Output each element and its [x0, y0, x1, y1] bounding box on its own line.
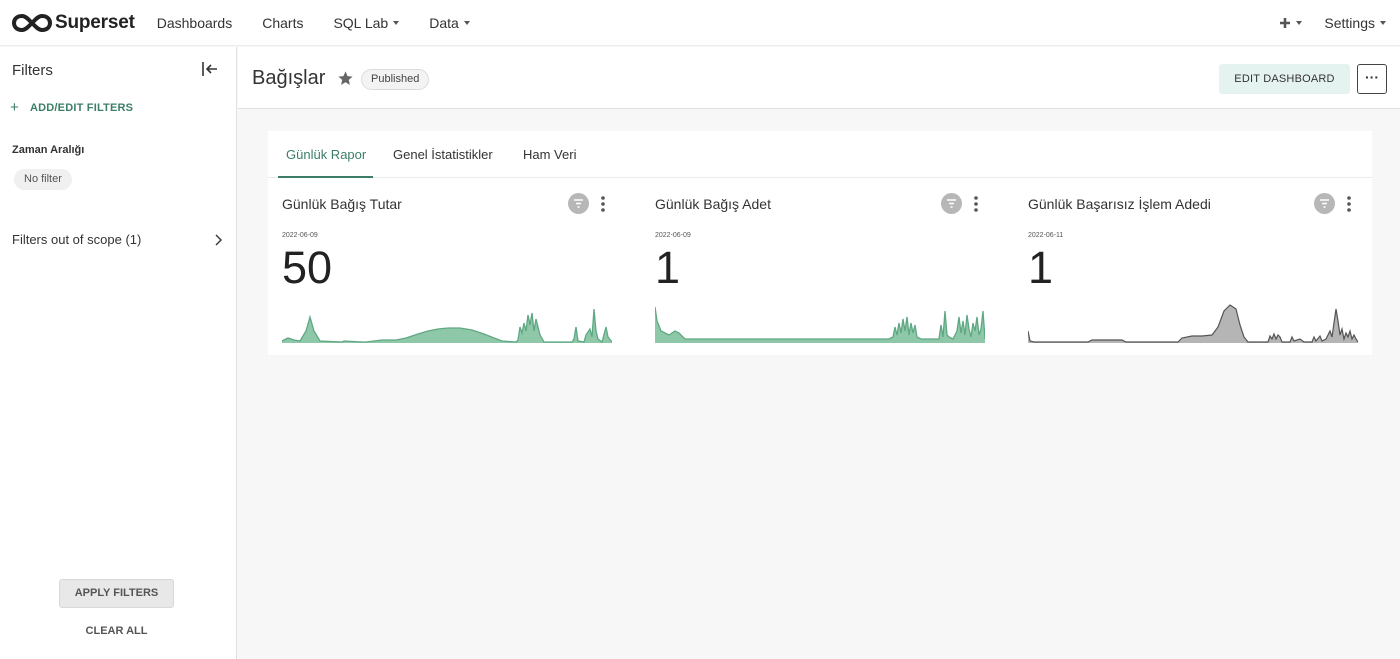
big-number-value: 1: [655, 242, 681, 293]
filter-name: Zaman Aralığı: [12, 144, 85, 156]
chart-title: Günlük Başarısız İşlem Adedi: [1028, 196, 1211, 212]
sparkline: [282, 308, 612, 343]
chart-title: Günlük Bağış Tutar: [282, 196, 402, 212]
filter-icon[interactable]: [941, 193, 962, 214]
caret-down-icon: [1380, 21, 1386, 25]
sparkline: [1028, 304, 1358, 343]
nav-sql-lab[interactable]: SQL Lab: [333, 14, 400, 31]
chart-title: Günlük Bağış Adet: [655, 196, 771, 212]
caret-down-icon: [1296, 21, 1303, 25]
chart-gunluk-bagis-tutar: Günlük Bağış Tutar 2022-06-09 50: [282, 181, 612, 351]
filter-value-tag[interactable]: No filter: [14, 169, 72, 190]
add-edit-filters-label: ADD/EDIT FILTERS: [29, 101, 134, 114]
caret-down-icon: [463, 20, 470, 25]
nav-charts-label: Charts: [262, 14, 304, 31]
more-vertical-icon[interactable]: [600, 195, 606, 213]
chart-gunluk-basarisiz-islem-adedi: Günlük Başarısız İşlem Adedi 2022-06-11 …: [1028, 181, 1358, 351]
active-tab-indicator: [278, 176, 373, 178]
dashboard-header: Bağışlar Published EDIT DASHBOARD ···: [238, 47, 1400, 109]
more-options-button[interactable]: ···: [1357, 64, 1387, 94]
chart-date: 2022-06-09: [655, 232, 691, 239]
nav-right: Settings: [1279, 0, 1386, 46]
new-item-button[interactable]: [1279, 17, 1303, 29]
filters-out-of-scope-label: Filters out of scope (1): [12, 232, 142, 247]
chart-date: 2022-06-09: [282, 232, 318, 239]
collapse-panel-icon[interactable]: [201, 61, 219, 77]
add-edit-filters-button[interactable]: + ADD/EDIT FILTERS: [10, 99, 133, 116]
chart-gunluk-bagis-adet: Günlük Bağış Adet 2022-06-09 1: [655, 181, 985, 351]
filter-panel-title: Filters: [12, 62, 53, 79]
chart-date: 2022-06-11: [1028, 232, 1064, 239]
filter-panel: Filters + ADD/EDIT FILTERS Zaman Aralığı…: [0, 47, 237, 659]
settings-menu[interactable]: Settings: [1324, 15, 1386, 31]
tab-gunluk-rapor[interactable]: Günlük Rapor: [286, 147, 366, 162]
clear-all-button[interactable]: CLEAR ALL: [59, 625, 174, 637]
apply-filters-button[interactable]: APPLY FILTERS: [59, 579, 174, 608]
settings-label: Settings: [1324, 15, 1375, 31]
nav-data-label: Data: [429, 14, 459, 31]
main-nav: Dashboards Charts SQL Lab Data: [157, 15, 500, 31]
sparkline: [655, 306, 985, 343]
edit-dashboard-button[interactable]: EDIT DASHBOARD: [1219, 64, 1350, 94]
tab-ham-veri[interactable]: Ham Veri: [523, 147, 576, 162]
caret-down-icon: [393, 20, 400, 25]
filter-icon[interactable]: [1314, 193, 1335, 214]
more-vertical-icon[interactable]: [1346, 195, 1352, 213]
more-vertical-icon[interactable]: [973, 195, 979, 213]
status-badge[interactable]: Published: [361, 69, 430, 90]
tab-bar: Günlük Rapor Genel İstatistikler Ham Ver…: [268, 131, 1372, 178]
superset-logo-icon: [12, 13, 52, 32]
nav-dashboards[interactable]: Dashboards: [157, 15, 233, 31]
dashboard-content: Günlük Rapor Genel İstatistikler Ham Ver…: [268, 131, 1372, 355]
nav-dashboards-label: Dashboards: [156, 14, 233, 31]
plus-icon: [1280, 18, 1291, 28]
top-navbar: Superset Dashboards Charts SQL Lab Data …: [0, 0, 1400, 46]
filters-out-of-scope[interactable]: Filters out of scope (1): [12, 232, 222, 247]
brand-name: Superset: [55, 11, 135, 33]
dashboard-title: Bağışlar: [252, 67, 326, 89]
nav-data[interactable]: Data: [429, 15, 470, 31]
chevron-right-icon: [215, 234, 222, 245]
nav-charts[interactable]: Charts: [262, 15, 303, 31]
big-number-value: 1: [1028, 242, 1054, 293]
plus-icon: +: [10, 99, 19, 116]
tab-genel-istatistikler[interactable]: Genel İstatistikler: [393, 147, 493, 162]
brand[interactable]: Superset: [12, 0, 135, 46]
big-number-value: 50: [282, 242, 333, 293]
nav-sql-lab-label: SQL Lab: [333, 14, 389, 31]
filter-icon[interactable]: [568, 193, 589, 214]
star-icon[interactable]: [337, 70, 354, 87]
